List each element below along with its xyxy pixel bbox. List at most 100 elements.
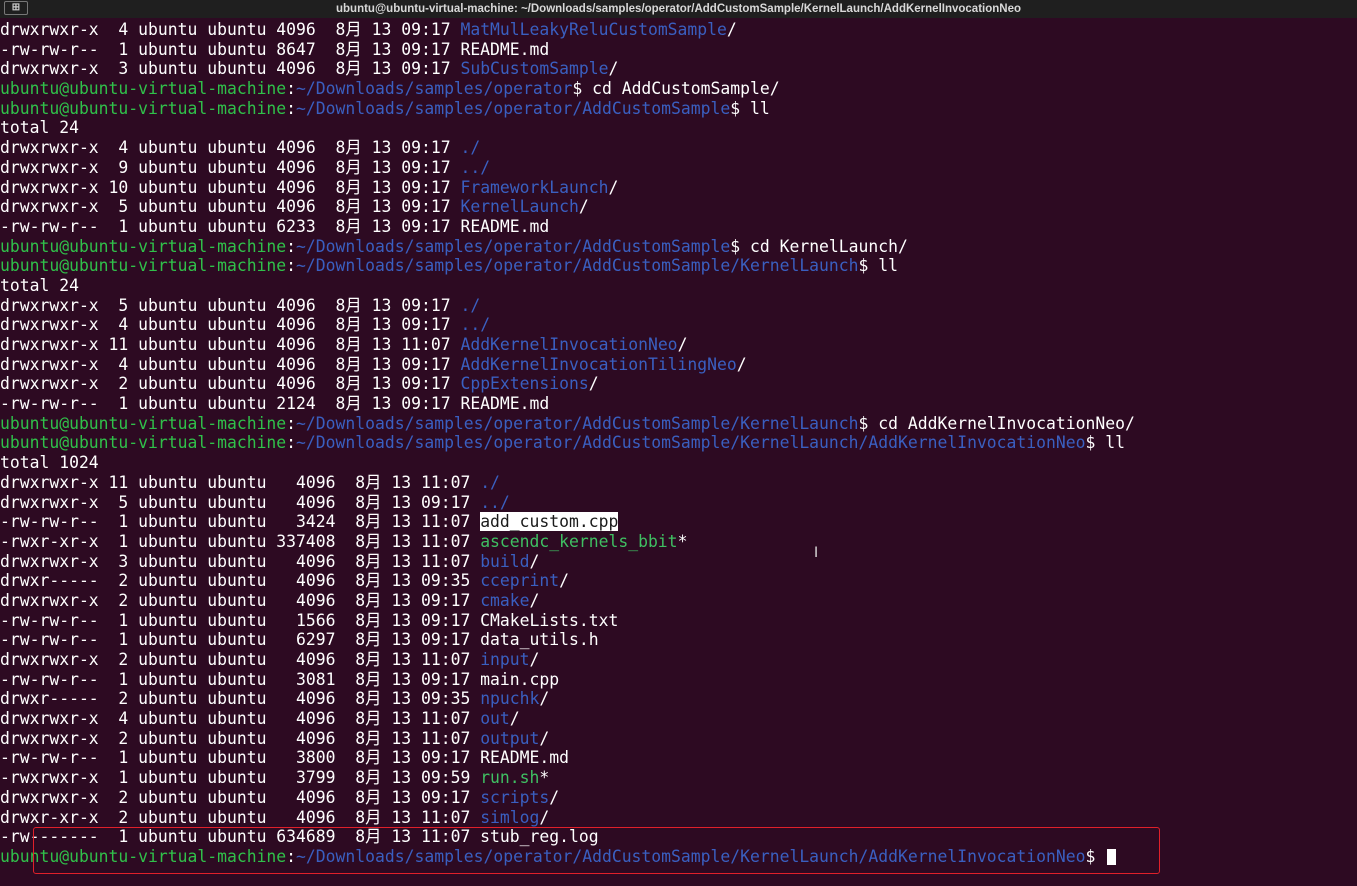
text: : [286,846,297,866]
text: drwxrwxr-x 5 ubuntu ubuntu 4096 8月 13 09… [0,492,481,512]
terminal-line: -rw-rw-r-- 1 ubuntu ubuntu 2124 8月 13 09… [0,394,1357,414]
text: drwxr----- 2 ubuntu ubuntu 4096 8月 13 09… [0,689,481,709]
text: drwxr-xr-x 2 ubuntu ubuntu 4096 8月 13 11… [0,807,481,827]
terminal-line: ubuntu@ubuntu-virtual-machine:~/Download… [0,847,1357,867]
terminal-line: -rwxr-xr-x 1 ubuntu ubuntu 337408 8月 13 … [0,532,1357,552]
text: : [286,79,297,99]
directory-name: out [480,709,510,729]
text: / [529,551,540,571]
terminal-cursor [1107,849,1117,866]
text: -rw-rw-r-- 1 ubuntu ubuntu 8647 8月 13 09… [0,39,550,59]
text: total 24 [0,275,79,295]
directory-name: ../ [460,157,491,177]
text: : [286,98,297,118]
new-tab-icon[interactable]: ⊞ [4,1,28,15]
text: / [677,335,688,354]
terminal-line: -rw-rw-r-- 1 ubuntu ubuntu 6233 8月 13 09… [0,217,1357,237]
text: / [509,709,520,729]
directory-name: cmake [480,590,530,610]
text: drwxrwxr-x 2 ubuntu ubuntu 4096 8月 13 11… [0,650,481,669]
terminal-line: ubuntu@ubuntu-virtual-machine:~/Download… [0,237,1357,257]
text: drwxrwxr-x 4 ubuntu ubuntu 4096 8月 13 11… [0,709,481,729]
text: drwxrwxr-x 4 ubuntu ubuntu 4096 8月 13 09… [0,315,461,335]
terminal-line: drwxrwxr-x 2 ubuntu ubuntu 4096 8月 13 11… [0,729,1357,749]
terminal-line: drwxrwxr-x 2 ubuntu ubuntu 4096 8月 13 09… [0,374,1357,394]
terminal-line: drwxrwxr-x 2 ubuntu ubuntu 4096 8月 13 09… [0,788,1357,808]
text: drwxrwxr-x 3 ubuntu ubuntu 4096 8月 13 09… [0,59,461,79]
terminal-line: drwxrwxr-x 2 ubuntu ubuntu 4096 8月 13 11… [0,650,1357,670]
text: drwxrwxr-x 5 ubuntu ubuntu 4096 8月 13 09… [0,197,461,217]
text: / [578,197,589,217]
window-title: ubuntu@ubuntu-virtual-machine: ~/Downloa… [336,3,1021,15]
prompt-user: ubuntu@ubuntu-virtual-machine [0,236,287,256]
text: drwxrwxr-x 3 ubuntu ubuntu 4096 8月 13 11… [0,551,481,571]
text: $ cd AddCustomSample/ [572,79,780,99]
text: drwxrwxr-x 10 ubuntu ubuntu 4096 8月 13 0… [0,177,461,197]
terminal-line: total 24 [0,276,1357,296]
directory-name: ../ [460,315,491,335]
text: * [677,531,688,551]
text: -rw-rw-r-- 1 ubuntu ubuntu 6297 8月 13 09… [0,630,599,650]
text: drwxrwxr-x 2 ubuntu ubuntu 4096 8月 13 09… [0,787,481,807]
terminal-line: drwxrwxr-x 4 ubuntu ubuntu 4096 8月 13 09… [0,315,1357,335]
text: / [539,689,550,709]
prompt-path: ~/Downloads/samples/operator/AddCustomSa… [296,236,731,256]
prompt-path: ~/Downloads/samples/operator/AddCustomSa… [296,846,1086,866]
terminal-line: drwxrwxr-x 10 ubuntu ubuntu 4096 8月 13 0… [0,178,1357,198]
terminal-output[interactable]: drwxrwxr-x 4 ubuntu ubuntu 4096 8月 13 09… [0,20,1357,867]
terminal-line: -rw-rw-r-- 1 ubuntu ubuntu 3424 8月 13 11… [0,512,1357,532]
text: / [529,650,540,669]
terminal-line: ubuntu@ubuntu-virtual-machine:~/Download… [0,79,1357,99]
text: drwxrwxr-x 5 ubuntu ubuntu 4096 8月 13 09… [0,295,461,315]
text: / [736,354,747,374]
text: $ ll [1085,433,1125,453]
directory-name: npuchk [480,689,540,709]
terminal-line: ubuntu@ubuntu-virtual-machine:~/Download… [0,433,1357,453]
text: -rwxrwxr-x 1 ubuntu ubuntu 3799 8月 13 09… [0,768,481,788]
directory-name: ../ [480,492,510,512]
prompt-user: ubuntu@ubuntu-virtual-machine [0,413,287,433]
directory-name: input [480,650,530,669]
terminal-line: drwxrwxr-x 5 ubuntu ubuntu 4096 8月 13 09… [0,296,1357,316]
text: * [539,768,550,788]
directory-name: ./ [460,138,481,158]
text: drwxrwxr-x 11 ubuntu ubuntu 4096 8月 13 1… [0,472,481,492]
terminal-line: ubuntu@ubuntu-virtual-machine:~/Download… [0,414,1357,434]
terminal-line: drwxrwxr-x 9 ubuntu ubuntu 4096 8月 13 09… [0,158,1357,178]
prompt-user: ubuntu@ubuntu-virtual-machine [0,256,287,276]
text: drwxrwxr-x 2 ubuntu ubuntu 4096 8月 13 09… [0,590,481,610]
terminal-line: -rwxrwxr-x 1 ubuntu ubuntu 3799 8月 13 09… [0,768,1357,788]
text: : [286,433,297,453]
directory-name: AddKernelInvocationNeo [460,335,678,354]
executable-name: run.sh [480,768,540,788]
text: -rw-rw-r-- 1 ubuntu ubuntu 3424 8月 13 11… [0,512,481,532]
directory-name: simlog [480,807,540,827]
text: / [539,807,550,827]
text: drwxrwxr-x 4 ubuntu ubuntu 4096 8月 13 09… [0,138,461,158]
text: -rw-rw-r-- 1 ubuntu ubuntu 6233 8月 13 09… [0,216,550,236]
terminal-line: -rw-rw-r-- 1 ubuntu ubuntu 1566 8月 13 09… [0,611,1357,631]
text: $ ll [858,256,899,276]
prompt-user: ubuntu@ubuntu-virtual-machine [0,79,287,99]
terminal-line: -rw-rw-r-- 1 ubuntu ubuntu 8647 8月 13 09… [0,40,1357,60]
terminal-line: drwxrwxr-x 11 ubuntu ubuntu 4096 8月 13 1… [0,473,1357,493]
prompt-path: ~/Downloads/samples/operator/AddCustomSa… [296,413,859,433]
text: drwxrwxr-x 4 ubuntu ubuntu 4096 8月 13 09… [0,20,461,39]
directory-name: output [480,728,540,748]
terminal-line: total 1024 [0,453,1357,473]
terminal-line: -rw-rw-r-- 1 ubuntu ubuntu 6297 8月 13 09… [0,630,1357,650]
text: $ cd KernelLaunch/ [730,236,908,256]
prompt-user: ubuntu@ubuntu-virtual-machine [0,846,287,866]
text: / [529,590,540,610]
directory-name: ./ [480,472,500,492]
text: total 24 [0,118,79,138]
text: -rwxr-xr-x 1 ubuntu ubuntu 337408 8月 13 … [0,531,481,551]
terminal-line: -rw------- 1 ubuntu ubuntu 634689 8月 13 … [0,827,1357,847]
text: drwxrwxr-x 9 ubuntu ubuntu 4096 8月 13 09… [0,157,461,177]
text: / [539,728,550,748]
directory-name: CppExtensions [460,374,589,394]
highlighted-filename: add_custom.cpp [480,512,619,532]
terminal-line: drwxrwxr-x 4 ubuntu ubuntu 4096 8月 13 09… [0,138,1357,158]
text: / [549,787,560,807]
terminal-line: drwxrwxr-x 5 ubuntu ubuntu 4096 8月 13 09… [0,197,1357,217]
